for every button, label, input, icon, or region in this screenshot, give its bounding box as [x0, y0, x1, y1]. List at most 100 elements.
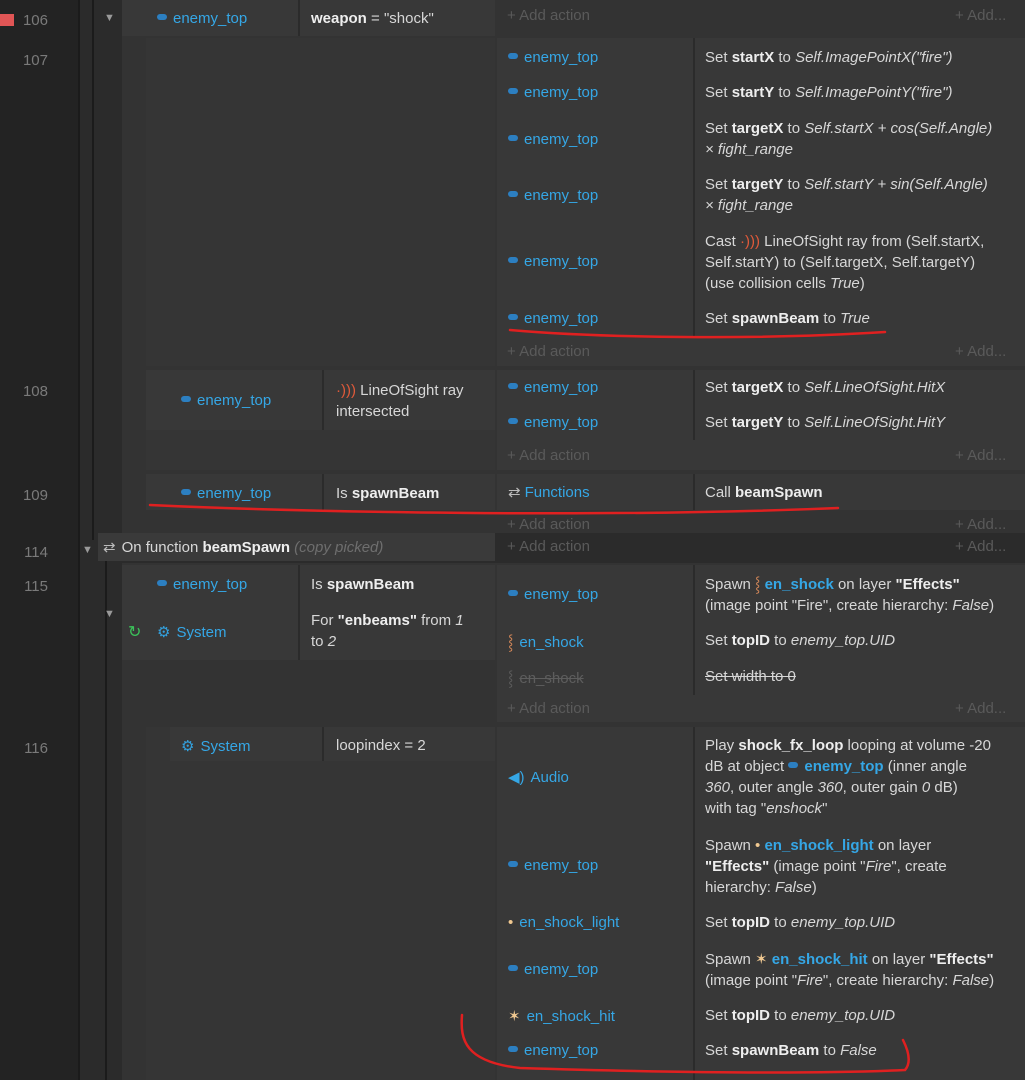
action-object: enemy_top: [508, 586, 598, 603]
line-number-gutter: [0, 0, 78, 1080]
collapse-arrow-icon[interactable]: ▼: [104, 8, 115, 25]
sprite-icon: [508, 191, 518, 198]
action-text[interactable]: Spawn ⸾ en_shock on layer "Effects" (imag…: [705, 574, 994, 616]
action-text[interactable]: Set startY to Self.ImagePointY("fire"): [705, 82, 952, 103]
sprite-icon: [508, 88, 518, 95]
divider: [693, 727, 695, 1080]
action-object: enemy_top: [508, 414, 598, 431]
divider: [693, 565, 695, 695]
en-shock-icon: ⸾: [508, 670, 514, 687]
action-text[interactable]: Set startX to Self.ImagePointX("fire"): [705, 47, 952, 68]
sprite-icon: [181, 396, 191, 403]
action-object: enemy_top: [508, 187, 598, 204]
sprite-icon: [788, 762, 799, 769]
action-object: enemy_top: [508, 310, 598, 327]
divider: [298, 0, 300, 36]
action-text-disabled[interactable]: Set width to 0: [705, 666, 796, 687]
event-116-block[interactable]: [146, 727, 495, 1080]
action-text[interactable]: Set topID to enemy_top.UID: [705, 1005, 895, 1026]
line-number: 108: [22, 383, 48, 400]
line-of-sight-icon: ·))): [336, 382, 361, 399]
action-text[interactable]: Spawn • en_shock_light on layer "Effects"…: [705, 835, 947, 898]
condition-text: For "enbeams" from 1 to 2: [311, 612, 464, 650]
divider: [298, 565, 300, 660]
action-text[interactable]: Play shock_fx_loop looping at volume -20…: [705, 735, 991, 819]
action-object: • en_shock_light: [508, 914, 620, 931]
action-text[interactable]: Set targetX to Self.startX + cos(Self.An…: [705, 118, 992, 160]
sprite-icon: [508, 965, 518, 972]
action-object: enemy_top: [508, 84, 598, 101]
condition-object: ⚙ System: [181, 738, 251, 755]
sprite-icon: [508, 53, 518, 60]
action-text[interactable]: Set topID to enemy_top.UID: [705, 630, 895, 651]
event-107-condition[interactable]: [146, 38, 495, 366]
divider: [693, 38, 695, 338]
sprite-icon: [157, 580, 167, 587]
sprite-icon: [181, 489, 191, 496]
sprite-icon: [157, 14, 167, 21]
add-more-button[interactable]: + Add...: [955, 447, 1006, 464]
condition-object: enemy_top: [157, 10, 247, 27]
add-more-button[interactable]: + Add...: [955, 343, 1006, 360]
add-more-button[interactable]: + Add...: [955, 516, 1006, 533]
hit-icon: ✶: [508, 1008, 521, 1025]
divider: [322, 727, 324, 761]
function-icon: ⇄: [508, 484, 521, 501]
action-object: enemy_top: [508, 49, 598, 66]
action-object: ✶ en_shock_hit: [508, 1008, 615, 1025]
indent-guide: [78, 0, 80, 1080]
line-number: 106: [22, 12, 48, 29]
collapse-arrow-icon[interactable]: ▼: [104, 604, 115, 621]
condition-object: enemy_top: [157, 576, 247, 593]
indent-guide: [92, 0, 94, 540]
add-more-button[interactable]: + Add...: [955, 7, 1006, 24]
action-text[interactable]: Spawn ✶ en_shock_hit on layer "Effects"(…: [705, 949, 994, 991]
divider: [693, 474, 695, 510]
action-text[interactable]: Cast ·))) LineOfSight ray from (Self.sta…: [705, 231, 984, 294]
action-text[interactable]: Set spawnBeam to False: [705, 1040, 877, 1061]
indent-guide: [105, 560, 107, 1080]
divider: [322, 370, 324, 430]
add-more-button[interactable]: + Add...: [955, 700, 1006, 717]
action-object-disabled: ⸾ en_shock: [508, 670, 584, 687]
add-action-button[interactable]: + Add action: [507, 538, 590, 555]
gear-icon: ⚙: [157, 624, 171, 641]
en-shock-icon: ⸾: [508, 634, 514, 651]
add-action-button[interactable]: + Add action: [507, 7, 590, 24]
condition-object: enemy_top: [181, 392, 271, 409]
sprite-icon: [508, 314, 518, 321]
action-text[interactable]: Set topID to enemy_top.UID: [705, 912, 895, 933]
action-text[interactable]: Set targetY to Self.startY + sin(Self.An…: [705, 174, 988, 216]
action-object: enemy_top: [508, 379, 598, 396]
action-object: enemy_top: [508, 253, 598, 270]
line-number: 116: [24, 740, 48, 757]
line-of-sight-icon: ·))): [740, 233, 760, 250]
action-object: enemy_top: [508, 131, 598, 148]
condition-object: ⚙ System: [157, 624, 227, 641]
action-text[interactable]: Call beamSpawn: [705, 482, 823, 503]
divider: [322, 474, 324, 510]
condition-text: ·))) LineOfSight ray intersected: [336, 382, 464, 420]
collapse-arrow-icon[interactable]: ▼: [82, 540, 93, 557]
action-text[interactable]: Set targetY to Self.LineOfSight.HitY: [705, 412, 945, 433]
add-more-button[interactable]: + Add...: [955, 538, 1006, 555]
add-action-button[interactable]: + Add action: [507, 700, 590, 717]
hit-icon: ✶: [755, 951, 772, 968]
line-number: 109: [22, 487, 48, 504]
add-action-button[interactable]: + Add action: [507, 516, 590, 533]
divider: [693, 370, 695, 440]
action-text[interactable]: Set spawnBeam to True: [705, 308, 870, 329]
en-shock-icon: ⸾: [755, 576, 765, 593]
line-number: 114: [24, 544, 48, 561]
line-number: 115: [24, 578, 48, 595]
condition-text: loopindex = 2: [336, 737, 426, 754]
condition-text: Is spawnBeam: [336, 485, 440, 502]
sprite-icon: [508, 590, 518, 597]
add-action-button[interactable]: + Add action: [507, 343, 590, 360]
sprite-icon: [508, 861, 518, 868]
action-text[interactable]: Set targetX to Self.LineOfSight.HitX: [705, 377, 945, 398]
action-object: ◀) Audio: [508, 769, 569, 786]
function-icon: ⇄: [103, 539, 116, 556]
action-object: ⸾ en_shock: [508, 634, 584, 651]
add-action-button[interactable]: + Add action: [507, 447, 590, 464]
